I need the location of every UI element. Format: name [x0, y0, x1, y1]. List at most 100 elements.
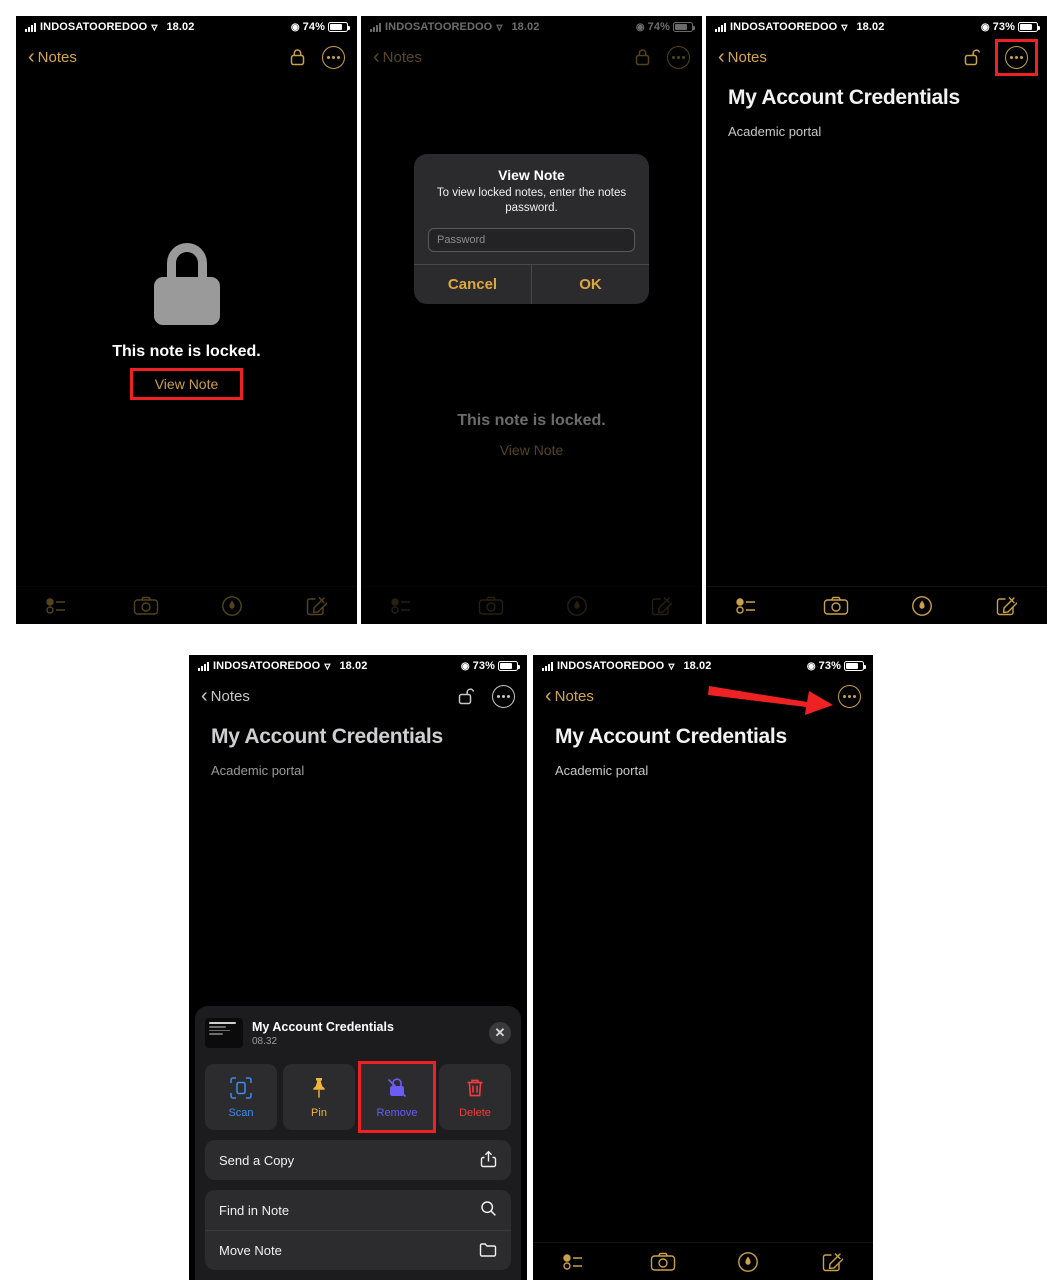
back-to-notes-button[interactable]: ‹ Notes [718, 47, 767, 67]
battery-icon [498, 661, 520, 671]
battery-icon [1018, 22, 1040, 32]
status-bar: INDOSATOOREDOO ▿ 18.02 ◉ 73% [706, 16, 1047, 38]
padlock-icon [153, 243, 220, 325]
locked-note-state: This note is locked. View Note [16, 16, 357, 624]
carrier-label: INDOSATOOREDOO [730, 21, 838, 33]
action-sheet-header: My Account Credentials 08.32 ✕ [205, 1018, 511, 1048]
password-input[interactable]: Password [428, 228, 635, 253]
note-body-text: Academic portal [555, 763, 649, 778]
chevron-left-icon: ‹ [718, 46, 725, 68]
checklist-icon[interactable] [563, 1252, 589, 1272]
locked-message: This note is locked. [457, 412, 606, 429]
pin-action-button[interactable]: Pin [283, 1064, 355, 1130]
chevron-left-icon: ‹ [201, 685, 208, 707]
move-note-row[interactable]: Move Note [205, 1230, 511, 1270]
camera-icon[interactable] [823, 596, 849, 616]
note-body-text: Academic portal [211, 763, 305, 778]
remove-lock-action-button[interactable]: Remove [361, 1064, 433, 1130]
note-thumbnail [205, 1018, 243, 1048]
checklist-icon[interactable] [736, 596, 762, 616]
phone-panel-1: INDOSATOOREDOO ▿ 18.02 ◉ 74% ‹ Notes Thi… [16, 16, 357, 624]
phone-panel-2: INDOSATOOREDOO ▿ 18.02 ◉ 74% ‹ Notes Thi… [361, 16, 702, 624]
eye-icon: ◉ [980, 21, 990, 33]
back-label: Notes [727, 48, 767, 66]
dialog-message: To view locked notes, enter the notes pa… [436, 187, 627, 215]
battery-percent: 73% [992, 21, 1015, 33]
signal-bars-icon [198, 661, 209, 671]
compose-icon[interactable] [305, 595, 327, 617]
eye-icon: ◉ [806, 660, 816, 672]
signal-bars-icon [542, 661, 553, 671]
scan-action-button[interactable]: Scan [205, 1064, 277, 1130]
clock-label: 18.02 [683, 660, 712, 672]
ok-button[interactable]: OK [532, 265, 649, 304]
view-note-button[interactable]: View Note [133, 371, 241, 397]
battery-icon [844, 661, 866, 671]
markup-pen-icon[interactable] [910, 594, 934, 618]
more-button[interactable] [1005, 45, 1028, 69]
compose-icon[interactable] [650, 595, 672, 617]
markup-pen-icon[interactable] [736, 1250, 760, 1274]
phone-panel-4: INDOSATOOREDOO ▿ 18.02 ◉ 73% ‹ Notes My … [189, 655, 527, 1280]
find-in-note-row[interactable]: Find in Note [205, 1190, 511, 1230]
camera-icon[interactable] [650, 1252, 676, 1272]
locked-message: This note is locked. [112, 343, 261, 360]
menu-group-note-ops: Find in Note Move Note [205, 1190, 511, 1270]
lock-open-icon[interactable] [964, 48, 981, 66]
send-a-copy-label: Send a Copy [219, 1152, 295, 1168]
compose-icon[interactable] [821, 1251, 843, 1273]
delete-action-button[interactable]: Delete [439, 1064, 511, 1130]
lock-open-icon[interactable] [458, 687, 475, 705]
menu-group-send: Send a Copy [205, 1140, 511, 1180]
screenshot-canvas: INDOSATOOREDOO ▿ 18.02 ◉ 74% ‹ Notes Thi… [0, 0, 1063, 1280]
camera-icon[interactable] [133, 596, 159, 616]
view-note-button[interactable]: View Note [500, 442, 564, 458]
view-note-highlight: View Note [129, 368, 244, 400]
markup-pen-icon[interactable] [565, 594, 589, 618]
locked-note-state: This note is locked. View Note [361, 16, 702, 624]
checklist-icon[interactable] [46, 596, 72, 616]
send-a-copy-row[interactable]: Send a Copy [205, 1140, 511, 1180]
back-label: Notes [210, 687, 250, 705]
checklist-icon[interactable] [391, 596, 417, 616]
remove-lock-highlight: Remove [358, 1061, 436, 1133]
nav-bar: ‹ Notes [533, 677, 873, 715]
more-button[interactable] [838, 684, 861, 708]
more-button-highlight [995, 38, 1038, 76]
back-label: Notes [554, 687, 594, 705]
cancel-button[interactable]: Cancel [414, 265, 532, 305]
back-to-notes-button[interactable]: ‹ Notes [545, 686, 594, 706]
sheet-note-title: My Account Credentials [252, 1019, 394, 1034]
close-icon[interactable]: ✕ [489, 1022, 511, 1044]
sheet-note-timestamp: 08.32 [252, 1035, 278, 1047]
bottom-toolbar [16, 586, 357, 624]
action-sheet-card: My Account Credentials 08.32 ✕ Scan Pin … [195, 1006, 521, 1280]
quick-actions-row: Scan Pin Remove Delete [205, 1061, 511, 1133]
view-note-password-dialog: View Note To view locked notes, enter th… [414, 154, 649, 305]
status-bar: INDOSATOOREDOO ▿ 18.02 ◉ 73% [533, 655, 873, 677]
battery-percent: 73% [818, 660, 841, 672]
camera-icon[interactable] [478, 596, 504, 616]
signal-bars-icon [715, 22, 726, 32]
share-icon [480, 1150, 497, 1171]
more-button[interactable] [492, 684, 515, 708]
nav-bar: ‹ Notes [706, 38, 1047, 76]
back-to-notes-button[interactable]: ‹ Notes [201, 686, 250, 706]
eye-icon: ◉ [460, 660, 470, 672]
carrier-label: INDOSATOOREDOO [213, 660, 321, 672]
phone-panel-3: INDOSATOOREDOO ▿ 18.02 ◉ 73% ‹ Notes My … [706, 16, 1047, 624]
password-placeholder: Password [437, 234, 486, 247]
note-title: My Account Credentials [211, 725, 443, 748]
wifi-icon: ▿ [324, 659, 331, 673]
note-title: My Account Credentials [555, 725, 787, 748]
note-title: My Account Credentials [728, 86, 960, 109]
note-body-text: Academic portal [728, 124, 822, 139]
compose-icon[interactable] [995, 595, 1017, 617]
scan-action-label: Scan [228, 1106, 254, 1119]
status-bar: INDOSATOOREDOO ▿ 18.02 ◉ 73% [189, 655, 527, 677]
markup-pen-icon[interactable] [220, 594, 244, 618]
bottom-toolbar [706, 586, 1047, 624]
bottom-toolbar [533, 1242, 873, 1280]
clock-label: 18.02 [856, 21, 885, 33]
chevron-left-icon: ‹ [545, 685, 552, 707]
